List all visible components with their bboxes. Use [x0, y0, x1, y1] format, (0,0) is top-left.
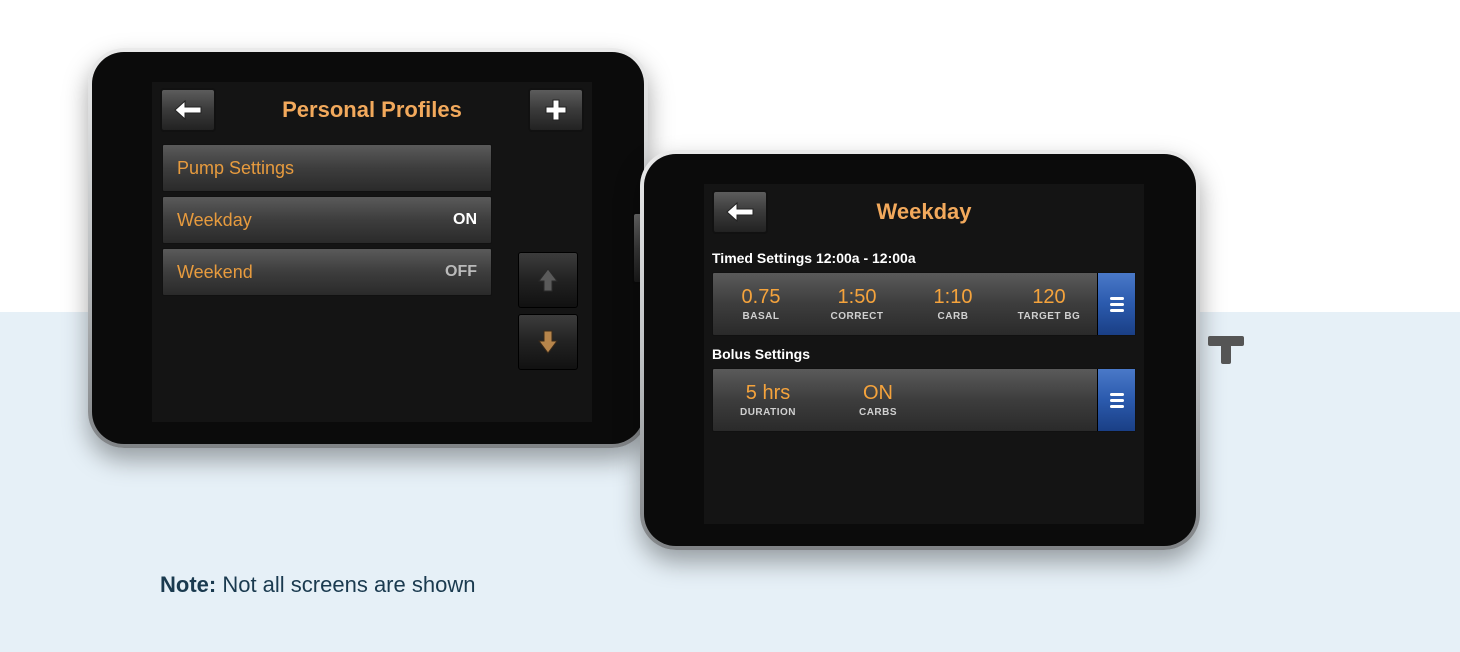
plus-icon	[544, 98, 568, 122]
tile-carb: 1:10 CARB	[905, 273, 1001, 335]
tile-value: 1:10	[934, 286, 973, 309]
tile-correct: 1:50 CORRECT	[809, 273, 905, 335]
drag-handle[interactable]	[1097, 273, 1135, 335]
screen-weekday: Weekday Timed Settings 12:00a - 12:00a 0…	[704, 184, 1144, 524]
tile-label: CORRECT	[831, 311, 884, 322]
back-arrow-icon	[173, 99, 203, 121]
tile-value: 0.75	[742, 286, 781, 309]
row-label: Weekend	[177, 262, 445, 283]
device-weekday: Weekday Timed Settings 12:00a - 12:00a 0…	[640, 150, 1200, 550]
note-text: Note: Not all screens are shown	[160, 572, 475, 598]
handle-bar-icon	[1110, 303, 1124, 306]
row-status: OFF	[445, 263, 477, 281]
scroll-down-button[interactable]	[518, 314, 578, 370]
back-button[interactable]	[160, 88, 216, 132]
tile-label: DURATION	[740, 407, 796, 418]
arrow-down-icon	[537, 329, 559, 355]
tile-value: 5 hrs	[746, 382, 790, 405]
bolus-settings-label: Bolus Settings	[704, 336, 1144, 368]
tile-basal: 0.75 BASAL	[713, 273, 809, 335]
page-title: Personal Profiles	[226, 97, 518, 123]
handle-bar-icon	[1110, 405, 1124, 408]
page-title: Weekday	[778, 199, 1070, 225]
list-item-weekday[interactable]: Weekday ON	[162, 196, 492, 244]
row-label: Weekday	[177, 210, 453, 231]
drag-handle[interactable]	[1097, 369, 1135, 431]
row-label: Pump Settings	[177, 158, 477, 179]
back-arrow-icon	[725, 201, 755, 223]
tile-target-bg: 120 TARGET BG	[1001, 273, 1097, 335]
note-label: Note:	[160, 572, 216, 597]
tile-label: CARBS	[859, 407, 897, 418]
tile-label: CARB	[938, 311, 969, 322]
timed-settings-row[interactable]: 0.75 BASAL 1:50 CORRECT 1:10 CARB 120 TA…	[712, 272, 1136, 336]
scroll-up-button[interactable]	[518, 252, 578, 308]
note-body: Not all screens are shown	[216, 572, 475, 597]
tile-carbs: ON CARBS	[823, 369, 933, 431]
list-item-weekend[interactable]: Weekend OFF	[162, 248, 492, 296]
tile-value: ON	[863, 382, 893, 405]
tile-duration: 5 hrs DURATION	[713, 369, 823, 431]
handle-bar-icon	[1110, 399, 1124, 402]
device-personal-profiles: Personal Profiles Pump Settings Weekday …	[88, 48, 648, 448]
handle-bar-icon	[1110, 393, 1124, 396]
brand-logo-icon	[1208, 332, 1244, 368]
tile-value: 120	[1032, 286, 1065, 309]
list-item-pump-settings[interactable]: Pump Settings	[162, 144, 492, 192]
row-status: ON	[453, 211, 477, 229]
handle-bar-icon	[1110, 297, 1124, 300]
arrow-up-icon	[537, 267, 559, 293]
add-button[interactable]	[528, 88, 584, 132]
bolus-settings-row[interactable]: 5 hrs DURATION ON CARBS	[712, 368, 1136, 432]
back-button[interactable]	[712, 190, 768, 234]
timed-settings-label: Timed Settings 12:00a - 12:00a	[704, 240, 1144, 272]
tile-value: 1:50	[838, 286, 877, 309]
tile-label: BASAL	[743, 311, 780, 322]
tile-label: TARGET BG	[1018, 311, 1081, 322]
handle-bar-icon	[1110, 309, 1124, 312]
screen-personal-profiles: Personal Profiles Pump Settings Weekday …	[152, 82, 592, 422]
